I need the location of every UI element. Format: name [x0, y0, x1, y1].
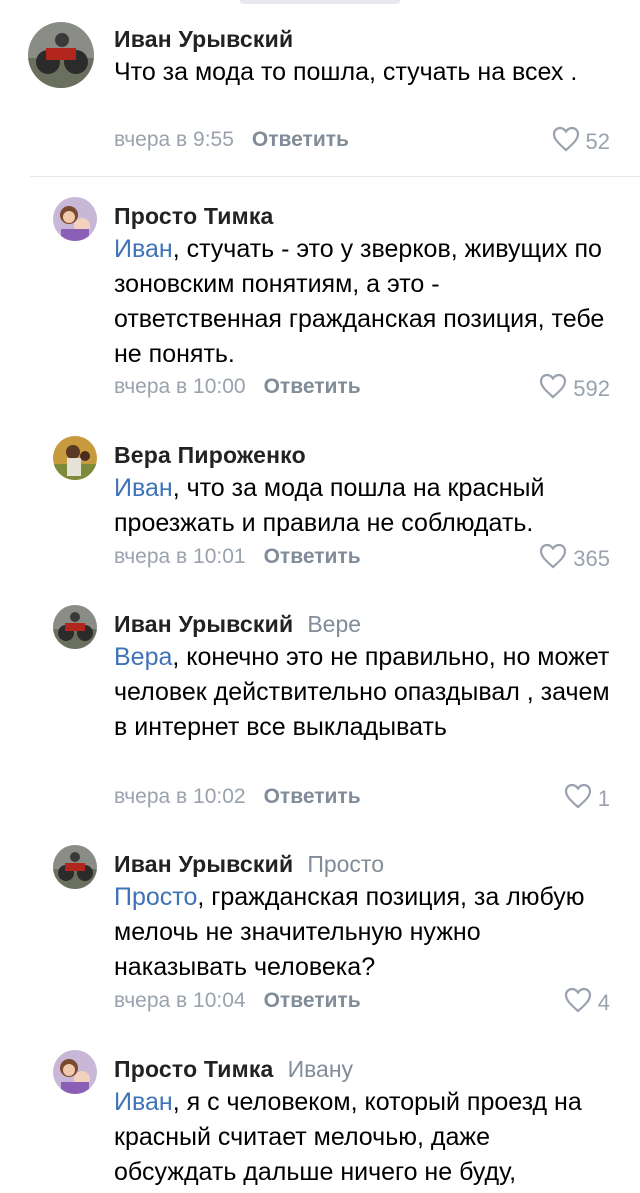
author-name[interactable]: Просто Тимка [114, 1056, 274, 1082]
author-name[interactable]: Просто Тимка [114, 203, 274, 229]
avatar[interactable] [53, 197, 97, 241]
comment-meta: вчера в 10:01 Ответить [114, 545, 361, 569]
author-row: Иван Урывский [114, 26, 293, 53]
avatar[interactable] [53, 1050, 97, 1094]
heart-outline-icon [564, 783, 592, 815]
heart-outline-icon [552, 126, 580, 158]
mention-link[interactable]: Иван [114, 1088, 173, 1116]
like-count: 592 [573, 376, 610, 401]
reply-to-label[interactable]: Вере [307, 611, 361, 637]
heart-outline-icon [539, 543, 567, 575]
author-row: Просто Тимка Ивану [114, 1056, 353, 1083]
mention-link[interactable]: Иван [114, 235, 173, 263]
author-name[interactable]: Вера Пироженко [114, 442, 306, 468]
reply-button[interactable]: Ответить [264, 785, 361, 808]
comment-text: Просто, гражданская позиция, за любую ме… [114, 883, 585, 981]
heart-outline-icon [564, 987, 592, 1019]
reply-to-label[interactable]: Ивану [288, 1056, 354, 1082]
like-button[interactable]: 52 [552, 126, 610, 158]
like-button[interactable]: 365 [539, 543, 610, 575]
like-button[interactable]: 1 [564, 783, 610, 815]
like-count: 4 [597, 990, 610, 1015]
comment-meta: вчера в 10:04 Ответить [114, 989, 361, 1013]
reply-button[interactable]: Ответить [264, 545, 361, 568]
thread-divider [30, 176, 640, 177]
mention-link[interactable]: Просто [114, 883, 197, 911]
author-row: Просто Тимка [114, 203, 274, 230]
reply-button[interactable]: Ответить [264, 375, 361, 398]
comment-text: Что за мода то пошла, стучать на всех . [114, 58, 578, 86]
comment-text: Иван, я с человеком, который проезд на к… [114, 1088, 582, 1186]
timestamp: вчера в 9:55 [114, 128, 234, 151]
author-row: Вера Пироженко [114, 442, 306, 469]
comment-text: Иван, что за мода пошла на красный проез… [114, 474, 545, 537]
comment-text: Иван, стучать - это у зверков, живущих п… [114, 235, 605, 368]
avatar[interactable] [53, 605, 97, 649]
avatar[interactable] [28, 22, 94, 88]
top-drag-handle [240, 0, 400, 4]
reply-button[interactable]: Ответить [252, 128, 349, 151]
comment-meta: вчера в 10:00 Ответить [114, 375, 361, 399]
reply-to-label[interactable]: Просто [307, 851, 384, 877]
comment-meta: вчера в 9:55 Ответить [114, 128, 349, 152]
timestamp: вчера в 10:02 [114, 785, 246, 808]
reply-button[interactable]: Ответить [264, 989, 361, 1012]
like-button[interactable]: 592 [539, 373, 610, 405]
timestamp: вчера в 10:00 [114, 375, 246, 398]
heart-outline-icon [539, 373, 567, 405]
mention-link[interactable]: Иван [114, 474, 173, 502]
like-count: 1 [597, 786, 610, 811]
comment-text: Вера, конечно это не правильно, но может… [114, 643, 610, 741]
like-count: 52 [585, 129, 610, 154]
avatar[interactable] [53, 845, 97, 889]
timestamp: вчера в 10:01 [114, 545, 246, 568]
avatar[interactable] [53, 436, 97, 480]
author-row: Иван Урывский Вере [114, 611, 361, 638]
comment-meta: вчера в 10:02 Ответить [114, 785, 361, 809]
author-name[interactable]: Иван Урывский [114, 26, 293, 52]
like-count: 365 [573, 546, 610, 571]
author-row: Иван Урывский Просто [114, 851, 384, 878]
like-button[interactable]: 4 [564, 987, 610, 1019]
mention-link[interactable]: Вера [114, 643, 172, 671]
author-name[interactable]: Иван Урывский [114, 611, 293, 637]
timestamp: вчера в 10:04 [114, 989, 246, 1012]
author-name[interactable]: Иван Урывский [114, 851, 293, 877]
